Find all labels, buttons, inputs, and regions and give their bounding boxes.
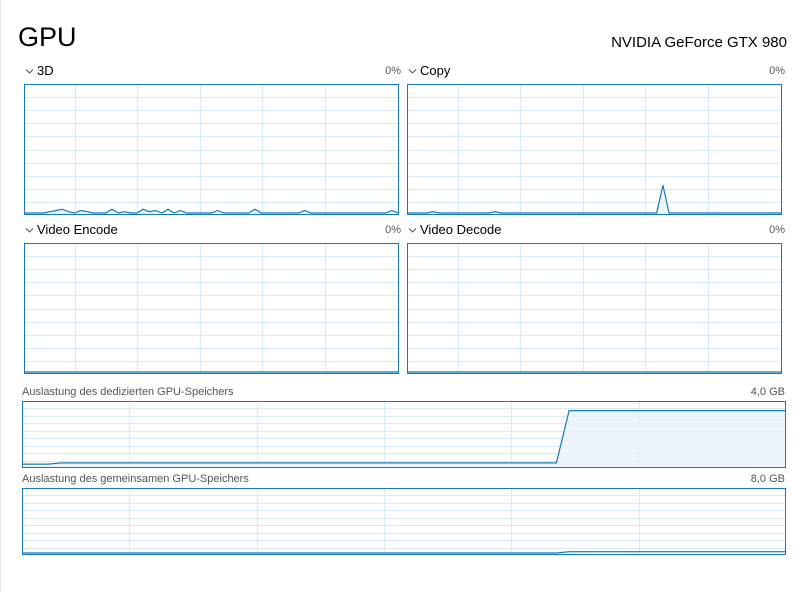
dedicated-memory-graph — [22, 401, 786, 468]
engine-video-encode-graph — [24, 243, 399, 374]
engine-copy-header[interactable]: Copy 0% — [407, 63, 785, 80]
engine-label: Video Decode — [420, 222, 502, 237]
window-left-border — [0, 0, 1, 592]
dedicated-memory-capacity: 4,0 GB — [750, 386, 785, 398]
chevron-down-icon[interactable] — [25, 67, 34, 76]
graph-border — [24, 84, 399, 215]
engine-utilization: 0% — [385, 65, 401, 77]
chevron-down-icon[interactable] — [25, 226, 34, 235]
engine-label: Copy — [420, 63, 451, 78]
engine-utilization: 0% — [769, 224, 785, 236]
dedicated-memory-header: Auslastung des dedizierten GPU-Speichers… — [22, 385, 785, 399]
engine-copy-graph — [407, 84, 782, 215]
engine-label: Video Encode — [37, 222, 118, 237]
engine-video-decode-header[interactable]: Video Decode 0% — [407, 222, 785, 239]
page-title: GPU — [18, 22, 77, 52]
graph-border — [407, 84, 782, 215]
engine-utilization: 0% — [769, 65, 785, 77]
shared-memory-header: Auslastung des gemeinsamen GPU-Speichers… — [22, 472, 785, 486]
dedicated-memory-label: Auslastung des dedizierten GPU-Speichers — [22, 386, 234, 398]
graph-border — [22, 488, 786, 555]
engine-video-decode-graph — [407, 243, 782, 374]
engine-3d-header[interactable]: 3D 0% — [24, 63, 401, 80]
engine-label: 3D — [37, 63, 54, 78]
engine-utilization: 0% — [385, 224, 401, 236]
graph-border — [24, 243, 399, 374]
engine-video-encode-header[interactable]: Video Encode 0% — [24, 222, 401, 239]
shared-memory-capacity: 8,0 GB — [750, 473, 785, 485]
shared-memory-graph — [22, 488, 786, 555]
gpu-name: NVIDIA GeForce GTX 980 — [611, 34, 787, 51]
shared-memory-label: Auslastung des gemeinsamen GPU-Speichers — [22, 473, 249, 485]
chevron-down-icon[interactable] — [408, 226, 417, 235]
graph-border — [407, 243, 782, 374]
engine-3d-graph — [24, 84, 399, 215]
chevron-down-icon[interactable] — [408, 67, 417, 76]
